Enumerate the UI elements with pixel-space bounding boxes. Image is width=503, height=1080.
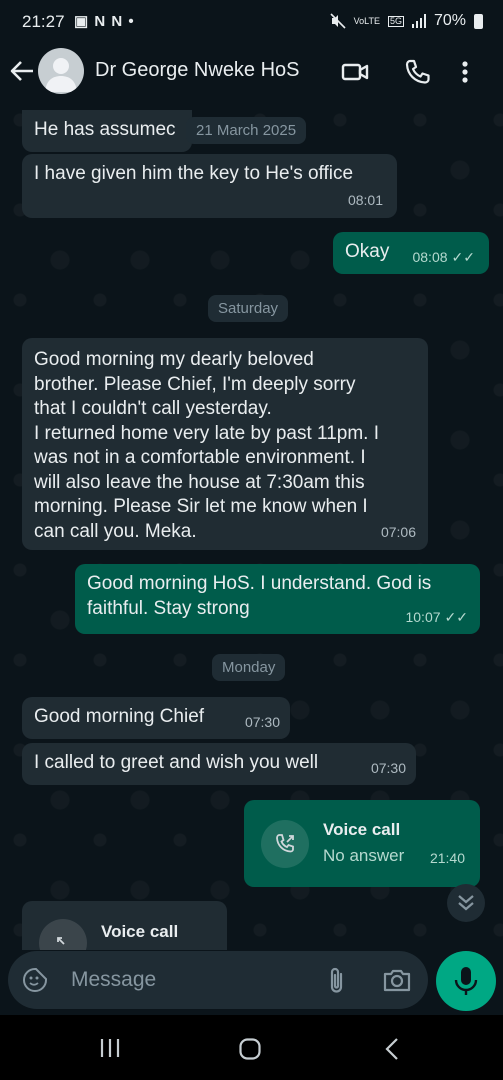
network-5g: 5G bbox=[387, 15, 404, 27]
message-text: I called to greet and wish you well bbox=[34, 752, 319, 773]
call-status: No answer bbox=[323, 846, 405, 865]
call-icon-wrap bbox=[261, 820, 309, 868]
attach-paperclip-icon[interactable] bbox=[326, 966, 348, 996]
camera-icon[interactable] bbox=[382, 967, 412, 993]
chat-area[interactable]: He has assumec 21 March 2025 I have give… bbox=[0, 100, 503, 950]
date-pill: Monday bbox=[212, 654, 286, 681]
back-arrow-icon[interactable] bbox=[8, 56, 36, 86]
message-time: 21:40 bbox=[429, 849, 465, 866]
message-time: 10:07 bbox=[405, 608, 441, 625]
avatar[interactable] bbox=[38, 48, 84, 94]
avatar-placeholder-icon bbox=[45, 58, 77, 92]
message-bubble-incoming[interactable]: Good morning Chief 07:30 bbox=[22, 697, 290, 739]
date-pill: Saturday bbox=[208, 295, 289, 322]
message-line: was not in a comfortable environment. I bbox=[34, 447, 366, 468]
system-nav-bar bbox=[0, 1015, 503, 1080]
message-bubble-incoming[interactable]: He has assumec bbox=[22, 110, 192, 152]
message-input[interactable]: Message bbox=[71, 968, 156, 992]
chevrons-down-icon bbox=[458, 895, 474, 911]
date-pill: 21 March 2025 bbox=[186, 117, 307, 144]
message-time: 07:30 bbox=[370, 759, 406, 776]
status-time: 21:27 bbox=[22, 12, 65, 31]
call-title: Voice call bbox=[323, 820, 401, 839]
outgoing-call-icon bbox=[276, 834, 294, 853]
message-line: Good morning my dearly beloved bbox=[34, 349, 314, 370]
emoji-sticker-icon[interactable] bbox=[22, 967, 48, 993]
message-line: brother. Please Chief, I'm deeply sorry bbox=[34, 373, 356, 395]
status-bar: 21:27 ▣ N N • VoLTE 5G 70% bbox=[0, 0, 503, 44]
message-text: Okay bbox=[345, 241, 390, 262]
message-bubble-outgoing[interactable]: Good morning HoS. I understand. God is f… bbox=[75, 564, 480, 634]
double-check-icon: ✓✓ bbox=[451, 248, 475, 265]
message-bubble-incoming[interactable]: I called to greet and wish you well 07:3… bbox=[22, 743, 416, 785]
5g-label: 5G bbox=[387, 15, 404, 27]
home-icon[interactable] bbox=[238, 1037, 262, 1061]
scroll-to-bottom-button[interactable] bbox=[447, 884, 485, 922]
network-indicator: VoLTE bbox=[353, 15, 380, 26]
message-text: I have given him the key to He's office bbox=[34, 163, 354, 184]
more-options-icon[interactable] bbox=[458, 58, 472, 86]
voice-message-button[interactable] bbox=[436, 951, 496, 1011]
message-time: 08:01 bbox=[347, 191, 383, 208]
voice-call-icon[interactable] bbox=[403, 58, 433, 86]
battery-percent: 70% bbox=[433, 12, 466, 29]
message-time: 07:06 bbox=[380, 523, 416, 540]
message-input-container[interactable]: Message bbox=[8, 951, 428, 1009]
message-time: 07:30 bbox=[244, 713, 280, 730]
chat-header: Dr George Nweke HoS bbox=[0, 44, 503, 100]
double-check-icon: ✓✓ bbox=[444, 608, 468, 625]
voice-call-bubble-incoming[interactable]: Voice call bbox=[22, 901, 227, 950]
message-text: Good morning Chief bbox=[34, 706, 205, 727]
message-line: morning. Please Sir let me know when I bbox=[34, 496, 368, 517]
call-icon-wrap bbox=[39, 919, 87, 950]
incoming-call-icon bbox=[57, 937, 65, 945]
voice-call-bubble-outgoing[interactable]: Voice call No answer 21:40 bbox=[244, 800, 480, 887]
message-line: Good morning HoS. I understand. God is bbox=[87, 573, 432, 594]
message-meta: 08:08 ✓✓ bbox=[412, 245, 475, 270]
recent-apps-icon[interactable] bbox=[98, 1037, 122, 1059]
volte-label: VoLTE bbox=[353, 15, 380, 26]
message-time: 08:08 bbox=[412, 248, 448, 265]
message-bubble-incoming[interactable]: Good morning my dearly beloved brother. … bbox=[22, 338, 428, 550]
message-meta: 10:07 ✓✓ bbox=[405, 605, 468, 630]
nav-back-icon[interactable] bbox=[382, 1037, 402, 1061]
message-text: He has assumec bbox=[34, 119, 176, 140]
signal-icon bbox=[411, 14, 426, 28]
contact-name[interactable]: Dr George Nweke HoS bbox=[95, 59, 300, 82]
status-right: VoLTE 5G 70% bbox=[330, 12, 483, 30]
message-bubble-incoming[interactable]: I have given him the key to He's office … bbox=[22, 154, 397, 218]
message-line: that I couldn't call yesterday. bbox=[34, 398, 272, 419]
call-title: Voice call bbox=[101, 922, 179, 941]
notification-icons: ▣ N N • bbox=[74, 13, 135, 30]
mute-icon bbox=[330, 13, 346, 29]
microphone-icon bbox=[454, 967, 478, 995]
message-bubble-outgoing[interactable]: Okay 08:08 ✓✓ bbox=[333, 232, 489, 274]
battery-icon bbox=[474, 13, 483, 29]
composer-bar: Message bbox=[0, 950, 503, 1012]
message-line: I returned home very late by past 11pm. … bbox=[34, 422, 379, 444]
message-line: can call you. Meka. bbox=[34, 520, 197, 542]
message-line: will also leave the house at 7:30am this bbox=[34, 471, 365, 493]
video-call-icon[interactable] bbox=[340, 58, 370, 86]
